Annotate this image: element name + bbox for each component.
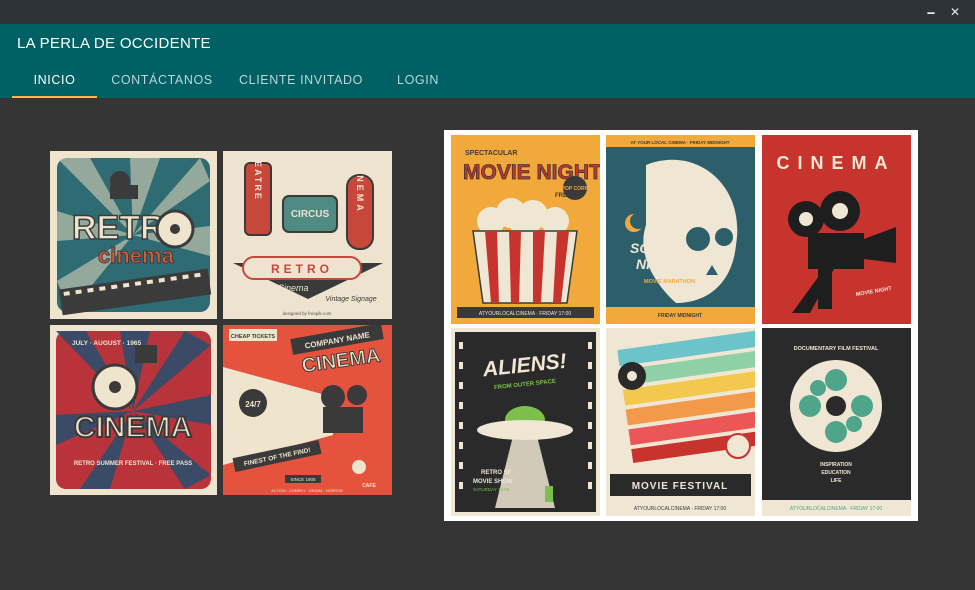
tab-label: INICIO bbox=[33, 73, 76, 87]
hours-badge: 24/7 bbox=[245, 400, 261, 409]
tab-label: CONTÁCTANOS bbox=[111, 73, 213, 87]
doc-footer: ATYOURLOCALCINEMA · FRIDAY 17:00 bbox=[790, 506, 882, 512]
retro-sign: RETRO bbox=[271, 262, 333, 276]
genres-label: ACTION · COMEDY · DRAMA · HORROR bbox=[271, 489, 343, 493]
tab-login[interactable]: LOGIN bbox=[386, 68, 450, 98]
movie-posters-collage: SPECTACULAR MOVIE NIGHT! FREE POP CORN A… bbox=[444, 130, 918, 521]
signage-caption: Cinema bbox=[277, 283, 308, 293]
since-label: SINCE 1905 bbox=[290, 477, 316, 482]
window-titlebar[interactable]: 🗕 ✕ bbox=[0, 0, 975, 24]
cinema-text: cinema bbox=[98, 243, 175, 268]
tab-contactanos[interactable]: CONTÁCTANOS bbox=[104, 68, 220, 98]
doc-top: DOCUMENTARY FILM FESTIVAL bbox=[794, 346, 879, 352]
aliens-show-2: MOVIE SHOW bbox=[473, 479, 513, 485]
minimize-icon[interactable]: 🗕 bbox=[923, 4, 939, 20]
circus-sign: CIRCUS bbox=[291, 209, 330, 220]
scary-top: AT YOUR LOCAL CINEMA · FRIDAY MIDNIGHT bbox=[630, 140, 729, 145]
scary-title-2: NIGHT bbox=[636, 256, 681, 272]
poster-movie-night: SPECTACULAR MOVIE NIGHT! FREE POP CORN A… bbox=[451, 135, 600, 324]
poster-vintage-signage: THEATRE CIRCUS CINEMA RETRO Cinema Vinta… bbox=[223, 151, 392, 319]
tab-inicio[interactable]: INICIO bbox=[12, 68, 97, 98]
popcorn-badge: POP CORN bbox=[562, 186, 589, 192]
poster-aliens: ALIENS! FROM OUTER SPACE RETRO SF MOVIE … bbox=[451, 328, 600, 516]
scary-footer: FRIDAY MIDNIGHT bbox=[658, 313, 702, 319]
cinema-sign: CINEMA bbox=[355, 160, 365, 214]
festival-title: MOVIE FESTIVAL bbox=[632, 481, 729, 492]
doc-line-3: LIFE bbox=[831, 478, 842, 484]
signage-footer: Vintage Signage bbox=[325, 296, 376, 303]
nav-tabs: INICIO CONTÁCTANOS CLIENTE INVITADO LOGI… bbox=[0, 68, 975, 98]
poster-company-cinema: CHEAP TICKETS COMPANY NAME CINEMA 24/7 F… bbox=[223, 325, 392, 495]
poster-cinema-red: CINEMA MOVIE NIGHT bbox=[762, 135, 911, 324]
cinema-title: CINEMA bbox=[74, 411, 192, 444]
tab-label: LOGIN bbox=[397, 73, 439, 87]
poster-retro-cinema: RETRO cinema bbox=[50, 151, 217, 319]
free-pass-top: JULY · AUGUST · 1965 bbox=[72, 340, 142, 347]
aliens-show-1: RETRO SF bbox=[481, 470, 512, 476]
cheap-tickets: CHEAP TICKETS bbox=[231, 334, 276, 340]
scary-title-1: SCARY bbox=[630, 240, 680, 256]
poster-scary-night: AT YOUR LOCAL CINEMA · FRIDAY MIDNIGHT S… bbox=[606, 135, 755, 324]
app-window: 🗕 ✕ LA PERLA DE OCCIDENTE INICIO CONTÁCT… bbox=[0, 0, 975, 590]
poster-movie-festival: MOVIE FESTIVAL ATYOURLOCALCINEMA · FRIDA… bbox=[606, 328, 755, 516]
poster-cinema-free-pass: JULY · AUGUST · 1965 CINEMA RETRO SUMMER… bbox=[50, 325, 217, 495]
free-pass-bottom: RETRO SUMMER FESTIVAL · FREE PASS bbox=[74, 461, 192, 467]
movie-night-top: SPECTACULAR bbox=[465, 150, 517, 157]
doc-line-1: INSPIRATION bbox=[820, 462, 852, 468]
cafe-label: CAFE bbox=[362, 483, 376, 489]
main-content: RETRO cinema THEATRE CIRCUS CINEMA RETRO… bbox=[1, 98, 974, 589]
tab-label: CLIENTE INVITADO bbox=[239, 73, 363, 87]
scary-sub: MOVIE MARATHON bbox=[644, 279, 695, 285]
signage-credit: designed by freepik.com bbox=[283, 311, 332, 316]
doc-line-2: EDUCATION bbox=[821, 470, 851, 476]
tab-cliente-invitado[interactable]: CLIENTE INVITADO bbox=[232, 68, 370, 98]
aliens-date: SATURDAY 19:00 bbox=[473, 487, 510, 492]
cinema-red-title: CINEMA bbox=[777, 153, 896, 173]
retro-posters-collage: RETRO cinema THEATRE CIRCUS CINEMA RETRO… bbox=[50, 151, 392, 495]
poster-documentary: DOCUMENTARY FILM FESTIVAL INSPIRATION ED… bbox=[762, 328, 911, 516]
movie-night-footer: ATYOURLOCALCINEMA · FRIDAY 17:00 bbox=[479, 311, 571, 317]
festival-footer: ATYOURLOCALCINEMA · FRIDAY 17:00 bbox=[634, 506, 726, 512]
app-bar: LA PERLA DE OCCIDENTE INICIO CONTÁCTANOS… bbox=[0, 24, 975, 98]
theatre-sign: THEATRE bbox=[253, 151, 263, 201]
close-icon[interactable]: ✕ bbox=[947, 4, 963, 20]
app-title: LA PERLA DE OCCIDENTE bbox=[17, 35, 211, 52]
